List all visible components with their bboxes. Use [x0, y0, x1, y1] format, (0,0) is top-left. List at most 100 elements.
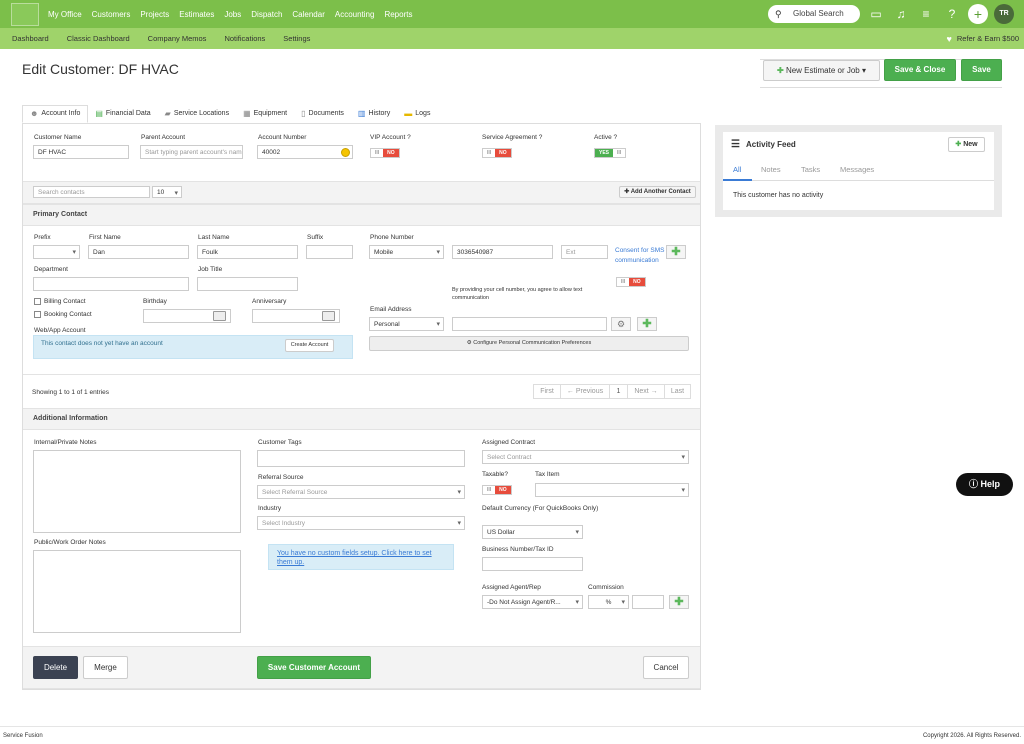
create-account-button[interactable]: Create Account: [285, 339, 334, 352]
page-first[interactable]: First: [533, 384, 561, 399]
save-customer-account-button[interactable]: Save Customer Account: [257, 656, 371, 679]
new-activity-button[interactable]: ✚ New: [948, 137, 985, 152]
subnav-dashboard[interactable]: Dashboard: [12, 34, 49, 43]
nav-reports[interactable]: Reports: [384, 10, 412, 19]
chat-icon[interactable]: ▭: [868, 6, 884, 22]
add-commission-button[interactable]: ✚: [669, 595, 689, 609]
tab-equipment[interactable]: ▦ Equipment: [236, 105, 294, 123]
email-type-select[interactable]: Personal: [369, 317, 444, 331]
customer-name-input[interactable]: DF HVAC: [33, 145, 129, 159]
nav-estimates[interactable]: Estimates: [179, 10, 214, 19]
delete-button[interactable]: Delete: [33, 656, 78, 679]
cancel-button[interactable]: Cancel: [643, 656, 689, 679]
page-last[interactable]: Last: [664, 384, 691, 399]
calendar-icon[interactable]: [322, 311, 335, 321]
nav-my-office[interactable]: My Office: [48, 10, 82, 19]
nav-projects[interactable]: Projects: [140, 10, 169, 19]
tab-service-locations[interactable]: ▰ Service Locations: [158, 105, 236, 123]
service-agreement-toggle[interactable]: III NO: [482, 148, 512, 158]
tab-logs[interactable]: ▬ Logs: [397, 105, 437, 123]
internal-notes-textarea[interactable]: [33, 450, 241, 533]
add-email-button[interactable]: ✚: [637, 317, 657, 331]
job-title-input[interactable]: [197, 277, 298, 291]
merge-button[interactable]: Merge: [83, 656, 128, 679]
account-number-input[interactable]: 40002: [257, 145, 353, 159]
subnav-notifications[interactable]: Notifications: [224, 34, 265, 43]
subnav-classic-dashboard[interactable]: Classic Dashboard: [67, 34, 130, 43]
business-number-input[interactable]: [482, 557, 583, 571]
first-name-input[interactable]: Dan: [88, 245, 189, 259]
custom-fields-link[interactable]: You have no custom fields setup. Click h…: [268, 544, 454, 570]
customer-tags-input[interactable]: [257, 450, 465, 467]
phone-type-select[interactable]: Mobile: [369, 245, 444, 259]
phone-number-input[interactable]: 3036540987: [452, 245, 553, 259]
help-button[interactable]: ⓘ Help: [956, 473, 1013, 496]
help-circle-icon[interactable]: ?: [944, 6, 960, 22]
taxable-toggle[interactable]: III NO: [482, 485, 512, 495]
configure-preferences-button[interactable]: ⚙ Configure Personal Communication Prefe…: [369, 336, 689, 351]
add-phone-button[interactable]: ✚: [666, 245, 686, 259]
bell-icon[interactable]: ♫: [893, 6, 909, 22]
calendar-icon[interactable]: [213, 311, 226, 321]
tab-history[interactable]: ▥ History: [351, 105, 397, 123]
active-toggle[interactable]: YES III: [594, 148, 627, 158]
extension-input[interactable]: Ext: [561, 245, 608, 259]
industry-select[interactable]: Select Industry: [257, 516, 465, 530]
parent-account-input[interactable]: Start typing parent account's nam: [140, 145, 243, 159]
page-size-select[interactable]: 10: [152, 186, 182, 198]
vip-toggle[interactable]: III NO: [370, 148, 400, 158]
public-notes-textarea[interactable]: [33, 550, 241, 633]
tab-label: Documents: [308, 110, 344, 117]
nav-dispatch[interactable]: Dispatch: [251, 10, 282, 19]
page-current[interactable]: 1: [609, 384, 628, 399]
lookup-icon[interactable]: [341, 148, 350, 157]
assigned-contract-select[interactable]: Select Contract: [482, 450, 689, 464]
toggle-off: III: [617, 278, 630, 286]
refer-link[interactable]: ♥ Refer & Earn $500: [947, 28, 1019, 49]
feed-tab-messages[interactable]: Messages: [840, 165, 874, 174]
commission-type-select[interactable]: %: [588, 595, 629, 609]
page-next[interactable]: Next →: [627, 384, 665, 399]
tab-documents[interactable]: ▯ Documents: [294, 105, 351, 123]
avatar[interactable]: TR: [994, 4, 1014, 24]
add-contact-button[interactable]: ✚ Add Another Contact: [619, 186, 696, 198]
global-search[interactable]: ⚲ Global Search: [768, 5, 860, 23]
save-button[interactable]: Save: [961, 59, 1002, 81]
commission-input[interactable]: [632, 595, 664, 609]
gear-icon[interactable]: ⚙: [611, 317, 631, 331]
referral-source-select[interactable]: Select Referral Source: [257, 485, 465, 499]
nav-customers[interactable]: Customers: [92, 10, 131, 19]
suffix-input[interactable]: [306, 245, 353, 259]
toggle-no: NO: [383, 149, 399, 157]
billing-contact-checkbox[interactable]: [34, 298, 41, 305]
nav-calendar[interactable]: Calendar: [292, 10, 324, 19]
nav-accounting[interactable]: Accounting: [335, 10, 375, 19]
search-contacts-input[interactable]: Search contacts: [33, 186, 150, 198]
currency-select[interactable]: US Dollar: [482, 525, 583, 539]
page-previous[interactable]: ← Previous: [560, 384, 610, 399]
email-input[interactable]: [452, 317, 607, 331]
department-input[interactable]: [33, 277, 189, 291]
menu-lines-icon[interactable]: ≡: [918, 6, 934, 22]
tab-financial-data[interactable]: ▤ Financial Data: [88, 105, 157, 123]
quick-add-button[interactable]: +: [968, 4, 988, 24]
company-logo[interactable]: [11, 3, 39, 26]
feed-tab-tasks[interactable]: Tasks: [801, 165, 820, 174]
tab-account-info[interactable]: ☻ Account Info: [22, 105, 89, 123]
sms-consent-toggle[interactable]: III NO: [616, 277, 646, 287]
feed-tab-all[interactable]: All: [733, 165, 741, 174]
subnav-settings[interactable]: Settings: [283, 34, 310, 43]
nav-jobs[interactable]: Jobs: [224, 10, 241, 19]
sms-consent-link[interactable]: Consent for SMS communication: [615, 246, 665, 266]
new-estimate-job-button[interactable]: ✚ New Estimate or Job ▾: [763, 60, 880, 81]
save-close-button[interactable]: Save & Close: [884, 59, 956, 81]
refer-label: Refer & Earn $500: [956, 34, 1019, 43]
booking-contact-checkbox[interactable]: [34, 311, 41, 318]
last-name-input[interactable]: Foulk: [197, 245, 298, 259]
last-name-label: Last Name: [198, 234, 230, 241]
tax-item-select[interactable]: [535, 483, 689, 497]
subnav-company-memos[interactable]: Company Memos: [148, 34, 207, 43]
prefix-select[interactable]: [33, 245, 80, 259]
feed-tab-notes[interactable]: Notes: [761, 165, 781, 174]
assigned-agent-select[interactable]: -Do Not Assign Agent/R...: [482, 595, 583, 609]
